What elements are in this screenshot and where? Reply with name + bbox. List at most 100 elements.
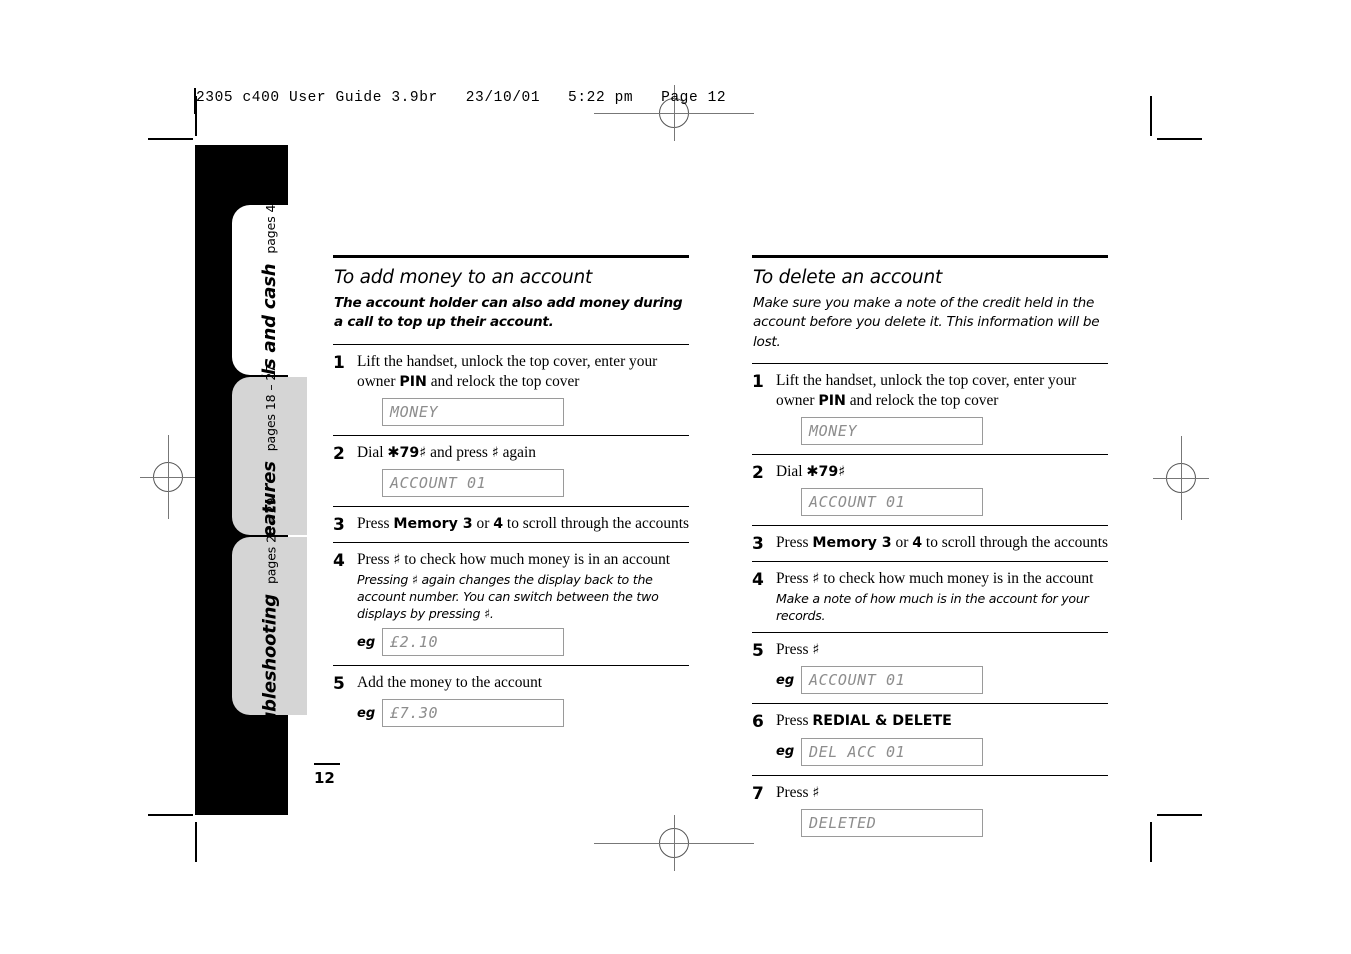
sidebar-tab-pages: pages 4 – 17 — [263, 174, 278, 254]
step-text: Press Memory 3 or 4 to scroll through th… — [357, 514, 690, 532]
lcd-display-value: DEL ACC 01 — [809, 742, 906, 761]
lcd-display-row: egMONEY — [776, 416, 1108, 445]
column-left: To add money to an account The account h… — [333, 255, 689, 736]
step-number: 7 — [752, 783, 764, 804]
step-text: Lift the handset, unlock the top cover, … — [357, 352, 658, 390]
step-body: Add the money to the account eg £7.30 — [357, 673, 689, 736]
lcd-display-value: ACCOUNT 01 — [390, 473, 487, 492]
lcd-display-box: MONEY — [382, 397, 564, 426]
crop-mark-top-right-vertical — [1150, 96, 1152, 136]
step-item: 2 Dial ✱79♯ egACCOUNT 01 — [752, 455, 1108, 525]
step-item: 6 Press REDIAL & DELETE eg DEL ACC 01 — [752, 704, 1108, 774]
section-title: To delete an account — [753, 267, 943, 288]
step-body: Press ♯ egDELETED — [776, 783, 1108, 846]
step-body: Lift the handset, unlock the top cover, … — [357, 352, 689, 435]
step-number: 4 — [752, 569, 764, 590]
sidebar-tab-pages: pages 18 – 27 — [263, 364, 279, 451]
step-number: 3 — [333, 514, 345, 535]
step-number: 1 — [333, 352, 345, 373]
step-text: Press Memory 3 or 4 to scroll through th… — [776, 533, 1109, 551]
step-number: 4 — [333, 550, 345, 571]
column-top-rule — [333, 255, 689, 258]
step-text: Press ♯ to check how much money is in th… — [776, 569, 1094, 587]
step-item: 7 Press ♯ egDELETED — [752, 776, 1108, 846]
steps-list: 1 Lift the handset, unlock the top cover,… — [752, 362, 1108, 846]
column-right: To delete an account Make sure you make … — [752, 255, 1108, 846]
lcd-display-row: egACCOUNT 01 — [776, 487, 1108, 516]
lcd-display-row: eg £7.30 — [357, 699, 689, 728]
step-text: Dial ✱79♯ and press ♯ again — [357, 443, 536, 461]
step-item: 3 Press Memory 3 or 4 to scroll through t… — [333, 507, 689, 542]
step-text: Press ♯ to check how much money is in an… — [357, 550, 671, 568]
step-number: 2 — [333, 443, 345, 464]
lcd-display-value: £7.30 — [390, 704, 439, 723]
step-number: 5 — [752, 641, 764, 662]
step-item: 5 Add the money to the account eg £7.30 — [333, 666, 689, 736]
step-text: Press ♯ — [776, 783, 820, 801]
page-number: 12 — [314, 769, 335, 787]
step-number: 2 — [752, 462, 764, 483]
sidebar-tab-title: Troubleshooting — [259, 593, 280, 755]
lcd-display-row: egDELETED — [776, 808, 1108, 837]
lcd-display-value: DELETED — [809, 813, 877, 832]
section-intro: Make sure you make a note of the credit … — [753, 295, 1100, 350]
step-body: Press ♯ eg ACCOUNT 01 — [776, 640, 1108, 703]
lcd-display-box: ACCOUNT 01 — [801, 666, 983, 695]
step-number: 3 — [752, 533, 764, 554]
step-text: Lift the handset, unlock the top cover, … — [776, 371, 1077, 409]
document-page: 2305 c400 User Guide 3.9br 23/10/01 5:22… — [0, 0, 1351, 954]
lcd-display-box: £2.10 — [382, 628, 564, 657]
lcd-display-box: £7.30 — [382, 699, 564, 728]
step-number: 5 — [333, 674, 345, 695]
column-top-rule — [752, 255, 1108, 258]
step-body: Press ♯ to check how much money is in th… — [776, 569, 1108, 633]
lcd-display-value: ACCOUNT 01 — [809, 671, 906, 690]
sidebar-tab-troubleshooting[interactable]: Troubleshooting pages 28 – 29 — [232, 497, 307, 755]
lcd-display-row: eg DEL ACC 01 — [776, 737, 1108, 766]
lcd-display-row: egACCOUNT 01 — [357, 468, 689, 497]
section-intro: The account holder can also add money du… — [334, 295, 683, 331]
step-item: 5 Press ♯ eg ACCOUNT 01 — [752, 633, 1108, 703]
step-number: 1 — [752, 371, 764, 392]
lcd-display-box: DELETED — [801, 808, 983, 837]
crop-mark-bottom-right-vertical — [1150, 822, 1152, 862]
step-body: Dial ✱79♯ egACCOUNT 01 — [776, 462, 1108, 525]
crop-mark-top-left-horizontal — [148, 138, 193, 140]
step-note: Pressing ♯ again changes the display bac… — [357, 571, 659, 622]
sidebar-tab-calls-and-cash[interactable]: Calls and cash pages 4 – 17 — [232, 175, 307, 405]
crop-mark-bottom-left-vertical — [195, 822, 197, 862]
step-text: Dial ✱79♯ — [776, 462, 846, 480]
lcd-display-box: ACCOUNT 01 — [382, 468, 564, 497]
lcd-display-value: MONEY — [390, 402, 439, 421]
step-text: Press REDIAL & DELETE — [776, 712, 952, 730]
step-body: Lift the handset, unlock the top cover, … — [776, 371, 1108, 454]
step-body: Dial ✱79♯ and press ♯ again egACCOUNT 01 — [357, 443, 689, 506]
crop-mark-bottom-right-horizontal — [1157, 814, 1202, 816]
lcd-display-value: £2.10 — [390, 633, 439, 652]
section-title: To add money to an account — [334, 267, 593, 288]
step-note: Make a note of how much is in the accoun… — [776, 590, 1089, 624]
step-body: Press Memory 3 or 4 to scroll through th… — [776, 533, 1108, 561]
step-number: 6 — [752, 712, 764, 733]
lcd-display-value: ACCOUNT 01 — [809, 492, 906, 511]
step-item: 1 Lift the handset, unlock the top cover,… — [752, 364, 1108, 454]
page-number-rule — [314, 763, 340, 765]
step-item: 4 Press ♯ to check how much money is in a… — [333, 543, 689, 666]
lcd-display-row: eg ACCOUNT 01 — [776, 666, 1108, 695]
lcd-display-row: egMONEY — [357, 397, 689, 426]
lcd-display-value: MONEY — [809, 421, 858, 440]
sidebar: Calls and cash pages 4 – 17 Features pag… — [195, 145, 307, 815]
crop-mark-top-right-horizontal — [1157, 138, 1202, 140]
crop-mark-bottom-left-horizontal — [148, 814, 193, 816]
lcd-display-box: ACCOUNT 01 — [801, 487, 983, 516]
lcd-eg-label: eg — [357, 634, 376, 650]
step-item: 2 Dial ✱79♯ and press ♯ again egACCOUNT 01 — [333, 436, 689, 506]
lcd-display-box: MONEY — [801, 416, 983, 445]
lcd-eg-label: eg — [776, 672, 795, 688]
step-body: Press Memory 3 or 4 to scroll through th… — [357, 514, 689, 542]
step-text: Press ♯ — [776, 641, 820, 659]
lcd-eg-label: eg — [776, 744, 795, 759]
step-text: Add the money to the account — [357, 674, 543, 692]
lcd-display-row: eg £2.10 — [357, 628, 689, 657]
step-item: 4 Press ♯ to check how much money is in t… — [752, 562, 1108, 633]
